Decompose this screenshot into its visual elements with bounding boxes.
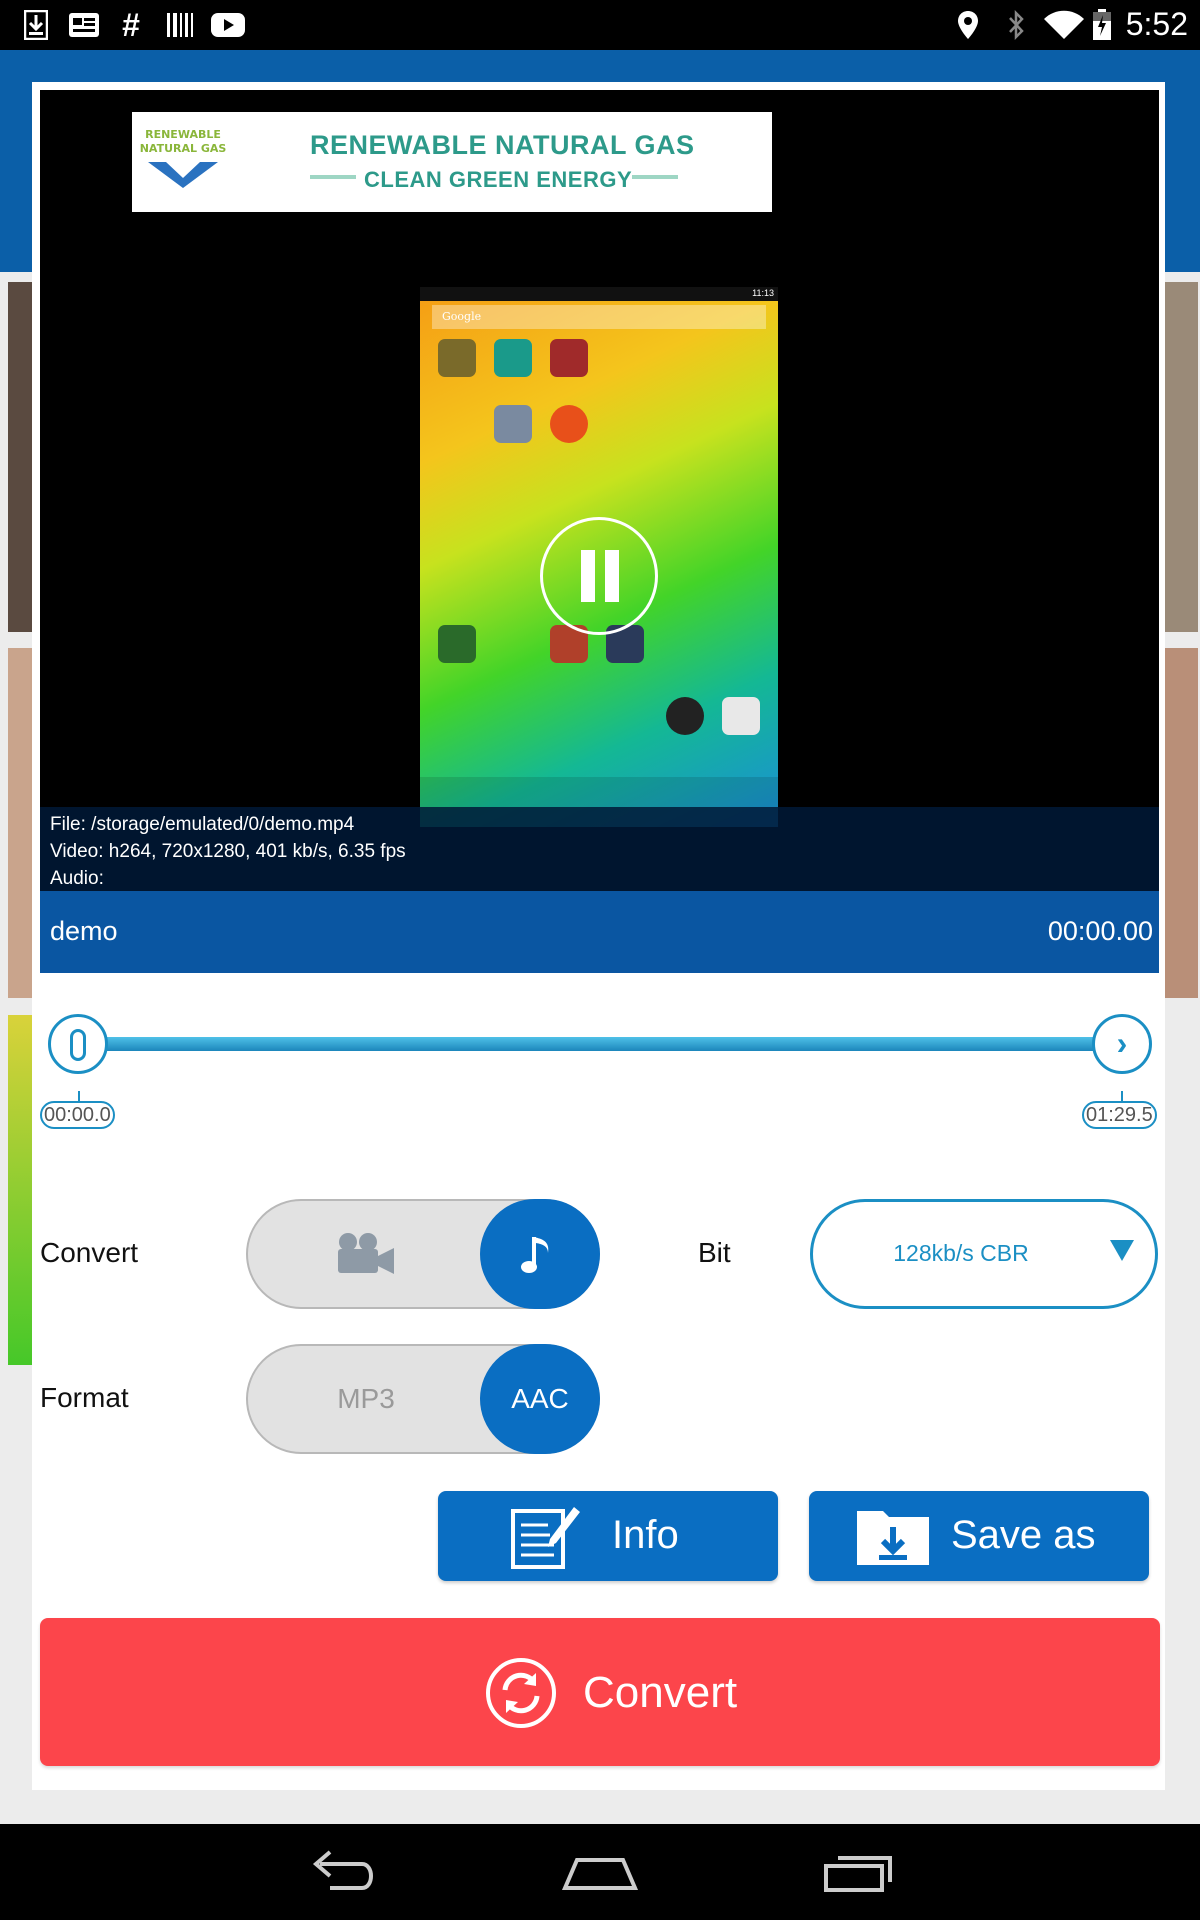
app-icon [666, 697, 704, 735]
bluetooth-icon [1003, 8, 1029, 42]
video-player[interactable]: RENEWABLE NATURAL GAS RENEWABLE NATURAL … [40, 90, 1159, 973]
svg-text:NATURAL GAS: NATURAL GAS [140, 142, 226, 155]
pause-icon [581, 550, 595, 602]
format-aac-option[interactable]: AAC [480, 1344, 600, 1454]
convert-button-label: Convert [583, 1668, 738, 1717]
app-icon [438, 339, 476, 377]
audio-option-selected[interactable] [480, 1199, 600, 1309]
music-note-icon [521, 1237, 549, 1273]
file-path: File: /storage/emulated/0/demo.mp4 [50, 814, 355, 835]
trim-start-time: 00:00.0 [40, 1101, 115, 1129]
audio-details: Audio: [50, 868, 104, 889]
grip-icon [70, 1029, 86, 1061]
svg-text:RENEWABLE: RENEWABLE [145, 128, 221, 141]
app-icon [550, 339, 588, 377]
app-icon [494, 405, 532, 443]
trim-end-time: 01:29.5 [1082, 1101, 1157, 1129]
save-as-button[interactable]: Save as [809, 1491, 1149, 1581]
video-details: Video: h264, 720x1280, 401 kb/s, 6.35 fp… [50, 841, 406, 862]
app-icon [494, 339, 532, 377]
renewable-gas-logo: RENEWABLE NATURAL GAS [140, 128, 226, 188]
recents-icon [824, 1856, 892, 1892]
playback-position: 00:00.00 [1047, 916, 1153, 946]
clock: 5:52 [1125, 6, 1188, 42]
status-bar: # 5:52 [0, 0, 1200, 50]
hashtag-icon: # [122, 6, 140, 43]
background-thumbnail [1162, 282, 1198, 632]
player-title-bar: demo 00:00.00 [40, 891, 1159, 973]
trim-start-handle[interactable] [48, 1014, 108, 1074]
back-button[interactable] [300, 1842, 390, 1902]
video-option[interactable] [248, 1201, 484, 1307]
format-label: Format [40, 1382, 129, 1413]
bitrate-label: Bit [698, 1237, 731, 1268]
preview-search-bar: Google [432, 305, 766, 329]
home-icon [561, 1858, 639, 1890]
bitrate-select[interactable]: 128kb/s CBR [810, 1199, 1158, 1309]
ad-rule [310, 175, 356, 179]
format-mp3-option[interactable]: MP3 [248, 1346, 484, 1452]
preview-clock: 11:13 [752, 288, 774, 298]
info-button[interactable]: Info [438, 1491, 778, 1581]
battery-icon [1090, 8, 1114, 42]
trim-end-handle[interactable]: › [1092, 1014, 1152, 1074]
download-icon [22, 8, 50, 42]
background-thumbnail [1162, 648, 1198, 998]
ad-banner[interactable]: RENEWABLE NATURAL GAS RENEWABLE NATURAL … [132, 112, 772, 212]
pause-icon [605, 550, 619, 602]
info-button-label: Info [612, 1513, 679, 1557]
recents-button[interactable] [818, 1842, 908, 1902]
preview-status-bar: 11:13 [420, 287, 778, 301]
news-icon [68, 8, 100, 42]
trim-range-track[interactable] [76, 1037, 1116, 1051]
youtube-icon [210, 8, 246, 42]
triangle-down-icon [1109, 1238, 1135, 1267]
home-button[interactable] [555, 1842, 645, 1902]
convert-type-label: Convert [40, 1237, 139, 1268]
app-icon [438, 625, 476, 663]
folder-download-icon [857, 1511, 929, 1565]
location-icon [955, 8, 981, 42]
format-toggle[interactable]: MP3 AAC [246, 1344, 600, 1454]
app-icon [722, 697, 760, 735]
ad-rule [632, 175, 678, 179]
barcode-icon [164, 8, 196, 42]
navigation-bar [0, 1824, 1200, 1920]
convert-button[interactable]: Convert [40, 1618, 1160, 1766]
video-camera-icon [338, 1233, 394, 1274]
app-icon [550, 405, 588, 443]
bitrate-value: 128kb/s CBR [893, 1240, 1029, 1266]
ad-headline: RENEWABLE NATURAL GAS [310, 130, 695, 160]
ad-subline: CLEAN GREEN ENERGY [364, 167, 633, 192]
back-icon [312, 1850, 373, 1890]
convert-dialog: RENEWABLE NATURAL GAS RENEWABLE NATURAL … [32, 82, 1165, 1790]
file-info-overlay: File: /storage/emulated/0/demo.mp4 Video… [40, 807, 1159, 891]
save-as-button-label: Save as [951, 1513, 1096, 1557]
refresh-cycle-icon [486, 1658, 556, 1728]
document-edit-icon [511, 1507, 580, 1569]
chevron-right-icon: › [1116, 1025, 1128, 1061]
convert-type-toggle[interactable] [246, 1199, 600, 1309]
media-title: demo [50, 916, 118, 946]
pause-button[interactable] [540, 517, 658, 635]
wifi-icon [1042, 8, 1086, 42]
